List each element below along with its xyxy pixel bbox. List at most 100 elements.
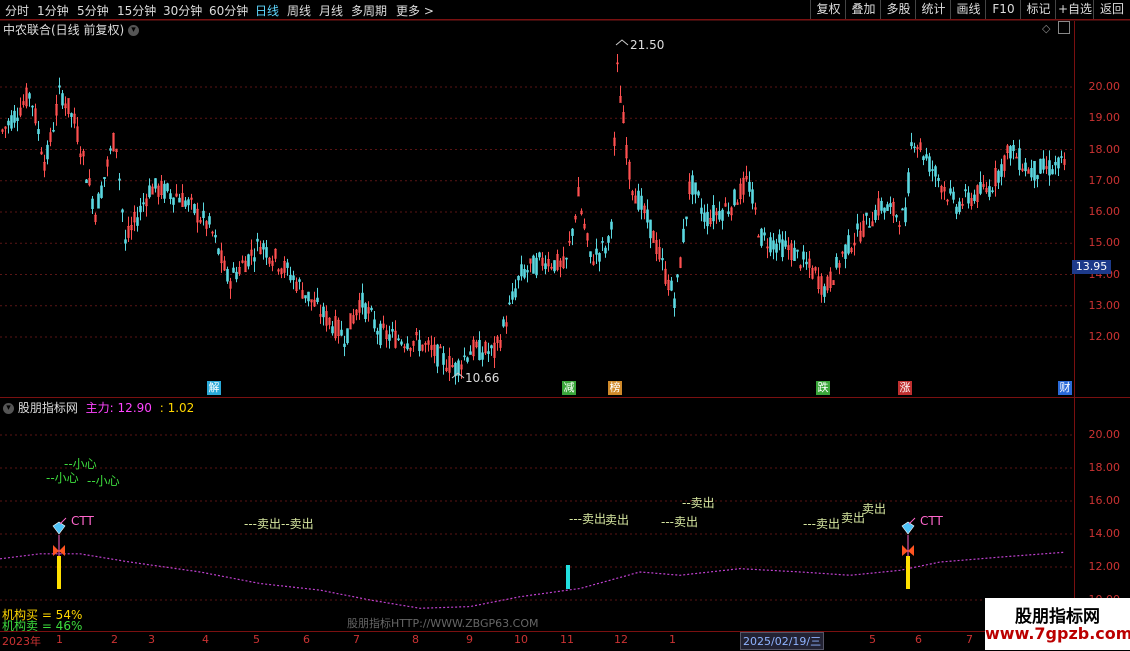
indicator-tick: 18.00 <box>1088 461 1121 474</box>
candle-body <box>535 257 538 276</box>
candle-body <box>847 235 850 254</box>
candle-body <box>901 208 904 211</box>
candle-body <box>988 186 991 197</box>
high-marker <box>615 39 629 46</box>
candle-body <box>502 319 505 327</box>
indicator-tick: 12.00 <box>1088 560 1121 573</box>
candle-body <box>1039 158 1042 174</box>
event-marker-rise[interactable]: 涨 <box>898 381 912 395</box>
candle-body <box>895 215 898 218</box>
event-marker-unlock[interactable]: 解 <box>207 381 221 395</box>
candle-body <box>13 110 16 123</box>
candle-body <box>481 352 484 360</box>
current-price-tag: 13.95 <box>1072 260 1111 274</box>
candle-body <box>904 207 907 223</box>
candle-body <box>640 195 643 210</box>
high-price-label: 21.50 <box>630 38 665 52</box>
candle-body <box>835 256 838 268</box>
price-tick: 15.00 <box>1088 236 1121 250</box>
candle-body <box>1048 160 1051 176</box>
date-label: 5 <box>869 633 876 646</box>
candle-body <box>775 243 778 253</box>
candle-body <box>649 219 652 239</box>
indicator-grid <box>0 434 1074 601</box>
candle-body <box>1060 156 1063 158</box>
candle-body <box>343 343 346 347</box>
date-label: 5 <box>253 633 260 646</box>
candle-body <box>397 338 400 341</box>
candle-body <box>490 345 493 349</box>
date-label: 1 <box>56 633 63 646</box>
main-force-value: 12.90 <box>117 401 152 415</box>
chevron-down-icon[interactable]: ▾ <box>3 403 14 414</box>
candle-body <box>1024 162 1027 172</box>
event-marker-list[interactable]: 榜 <box>608 381 622 395</box>
candle-body <box>1030 167 1033 178</box>
ctt-label: CTT <box>920 514 943 528</box>
candle-body <box>172 197 175 205</box>
event-marker-fall[interactable]: 跌 <box>816 381 830 395</box>
date-label: 12 <box>614 633 628 646</box>
event-marker-finance[interactable]: 财 <box>1058 381 1072 395</box>
candle-body <box>637 190 640 210</box>
date-label: 3 <box>148 633 155 646</box>
candle-body <box>997 170 1000 183</box>
candle-body <box>712 205 715 222</box>
candle-body <box>763 232 766 236</box>
candle-body <box>598 253 601 262</box>
candle-body <box>340 329 343 336</box>
candle-body <box>781 239 784 258</box>
candle-body <box>331 326 334 334</box>
candle-body <box>1036 175 1039 180</box>
indicator-tick: 16.00 <box>1088 494 1121 507</box>
candle-body <box>166 183 169 192</box>
candle-body <box>466 357 469 362</box>
candle-body <box>169 193 172 200</box>
candle-body <box>922 156 925 161</box>
date-label: 7 <box>353 633 360 646</box>
ctt-label: CTT <box>71 514 94 528</box>
selected-date-label[interactable]: 2025/02/19/三 <box>740 632 825 650</box>
candle-body <box>907 172 910 194</box>
candle-body <box>796 249 799 252</box>
candle-body <box>538 252 541 258</box>
candle-body <box>307 291 310 302</box>
candle-body <box>778 234 781 243</box>
candle-body <box>697 191 700 196</box>
candle-body <box>298 279 301 282</box>
candle-body <box>442 353 445 365</box>
price-tick: 13.00 <box>1088 298 1121 312</box>
candle-body <box>1057 157 1060 169</box>
candle-body <box>292 275 295 281</box>
candle-body <box>703 212 706 222</box>
sell-label: --卖出 <box>281 517 314 531</box>
candle-body <box>91 198 94 209</box>
candle-body <box>793 247 796 261</box>
candle-body <box>214 234 217 238</box>
sell-label: ---卖出 <box>244 517 281 531</box>
indicator-name: 股朋指标网 <box>17 401 78 415</box>
candle-body <box>1054 161 1057 166</box>
candle-body <box>751 189 754 204</box>
candle-body <box>874 209 877 220</box>
candle-body <box>304 295 307 299</box>
candle-body <box>511 291 514 300</box>
candle-body <box>226 269 229 282</box>
candle-body <box>727 211 730 215</box>
candle-body <box>46 144 49 160</box>
candle-body <box>52 129 55 132</box>
candle-body <box>346 328 349 344</box>
candle-body <box>604 247 607 254</box>
candle-body <box>265 247 268 258</box>
candle-body <box>802 251 805 260</box>
event-marker-reduce[interactable]: 减 <box>562 381 576 395</box>
candle-body <box>886 204 889 211</box>
candle-body <box>1000 164 1003 177</box>
candle-body <box>100 185 103 198</box>
candle-body <box>673 298 676 308</box>
date-label: 7 <box>966 633 973 646</box>
candle-body <box>232 267 235 273</box>
candle-body <box>217 248 220 255</box>
sell-label: --卖出 <box>682 496 715 510</box>
diamond-icon <box>901 521 915 535</box>
